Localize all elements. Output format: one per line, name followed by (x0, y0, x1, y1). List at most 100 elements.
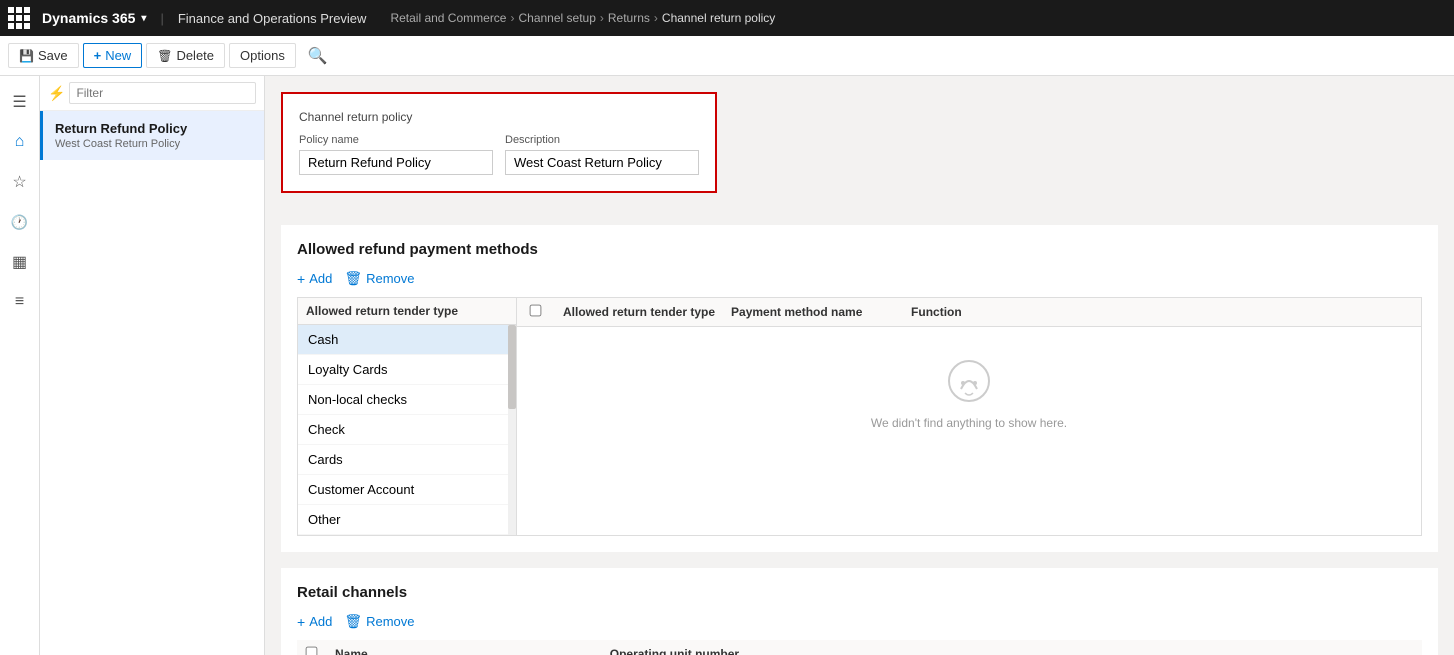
search-button[interactable]: 🔍 (300, 42, 336, 70)
payment-method-cards[interactable]: Cards (298, 445, 516, 475)
recent-icon: 🕐 (11, 214, 28, 231)
policy-fields: Policy name Description (299, 134, 699, 175)
retail-table: Name Operating unit number (297, 640, 1422, 655)
retail-remove-button[interactable]: 🗑 Remove (344, 613, 414, 630)
sidebar-item-menu[interactable]: ☰ (2, 84, 38, 120)
remove-icon: 🗑 (344, 270, 362, 287)
app-name: Finance and Operations Preview (178, 11, 367, 26)
payment-method-loyalty[interactable]: Loyalty Cards (298, 355, 516, 385)
retail-select-all-header (297, 640, 327, 655)
refund-table-header: Allowed return tender type Payment metho… (517, 298, 1421, 327)
sidebar-item-recent[interactable]: 🕐 (2, 204, 38, 240)
policy-name-input[interactable] (299, 150, 493, 175)
retail-section: Retail channels + Add 🗑 Remove (281, 568, 1438, 655)
breadcrumb-retail[interactable]: Retail and Commerce (390, 11, 506, 25)
sidebar-item-list[interactable]: ≡ (2, 284, 38, 320)
retail-section-toolbar: + Add 🗑 Remove (297, 613, 1422, 630)
refund-section-toolbar: + Add 🗑 Remove (297, 270, 1422, 287)
payment-method-customer[interactable]: Customer Account (298, 475, 516, 505)
function-col: Function (903, 305, 970, 319)
add-icon: + (297, 271, 305, 287)
list-item-subtitle: West Coast Return Policy (55, 138, 252, 150)
refund-right-panel: Allowed return tender type Payment metho… (517, 297, 1422, 536)
filter-button[interactable]: ⚡ (48, 85, 65, 102)
save-icon: 💾 (19, 49, 34, 63)
payment-methods-list: Cash Loyalty Cards Non-local checks Chec… (298, 325, 516, 535)
new-plus-icon: + (94, 48, 102, 63)
allowed-tender-col: Allowed return tender type (555, 305, 723, 319)
brand-chevron[interactable]: ▾ (141, 13, 146, 24)
payment-list-scrollbar[interactable] (508, 325, 516, 535)
breadcrumb-sep2: › (600, 11, 604, 25)
dynamics-brand: Dynamics 365 (42, 10, 135, 26)
filter-icon: ⚡ (48, 85, 65, 101)
refund-section: Allowed refund payment methods + Add 🗑 R… (281, 225, 1438, 552)
policy-name-field-group: Policy name (299, 134, 493, 175)
list-panel: ⚡ Return Refund Policy West Coast Return… (40, 76, 265, 655)
retail-unit-col: Operating unit number (602, 640, 1422, 655)
payment-method-nonlocal[interactable]: Non-local checks (298, 385, 516, 415)
policy-card-heading: Channel return policy (299, 110, 699, 124)
refund-select-all-checkbox[interactable] (530, 305, 542, 317)
empty-icon-refund (945, 357, 993, 408)
main-layout: ☰ ⌂ ☆ 🕐 ▦ ≡ ⚡ Return Refund Policy We (0, 76, 1454, 655)
list-item-title: Return Refund Policy (55, 121, 252, 136)
refund-add-button[interactable]: + Add (297, 271, 332, 287)
description-input[interactable] (505, 150, 699, 175)
retail-select-all-checkbox[interactable] (306, 647, 318, 655)
payment-method-cash[interactable]: Cash (298, 325, 516, 355)
retail-add-label: Add (309, 614, 332, 629)
breadcrumb: Retail and Commerce › Channel setup › Re… (390, 11, 775, 25)
retail-add-icon: + (297, 614, 305, 630)
list-panel-toolbar: ⚡ (40, 76, 264, 111)
payment-name-col: Payment method name (723, 305, 903, 319)
content-area: Channel return policy Policy name Descri… (265, 76, 1454, 655)
breadcrumb-returns[interactable]: Returns (608, 11, 650, 25)
add-label: Add (309, 271, 332, 286)
delete-label: Delete (176, 48, 214, 63)
payment-method-check[interactable]: Check (298, 415, 516, 445)
delete-icon: 🗑 (157, 49, 172, 63)
payment-method-col-header: Allowed return tender type (306, 304, 458, 318)
star-icon: ☆ (12, 172, 26, 192)
sidebar-item-workspaces[interactable]: ▦ (2, 244, 38, 280)
filter-input[interactable] (69, 82, 256, 104)
sidebar-item-favorites[interactable]: ☆ (2, 164, 38, 200)
list-scroll: Return Refund Policy West Coast Return P… (40, 111, 264, 655)
top-navigation: Dynamics 365 ▾ | Finance and Operations … (0, 0, 1454, 36)
list-icon: ≡ (15, 293, 24, 311)
options-button[interactable]: Options (229, 43, 296, 68)
refund-section-title: Allowed refund payment methods (297, 241, 1422, 258)
list-item[interactable]: Return Refund Policy West Coast Return P… (40, 111, 264, 160)
description-field-group: Description (505, 134, 699, 175)
refund-columns: Allowed return tender type Cash Loyalty … (297, 297, 1422, 536)
payment-list-scrollbar-thumb (508, 325, 516, 409)
breadcrumb-current: Channel return policy (662, 11, 775, 25)
breadcrumb-channel-setup[interactable]: Channel setup (518, 11, 595, 25)
app-launcher-button[interactable] (8, 7, 30, 29)
save-button[interactable]: 💾 Save (8, 43, 79, 68)
description-label: Description (505, 134, 699, 146)
delete-button[interactable]: 🗑 Delete (146, 43, 225, 68)
policy-name-label: Policy name (299, 134, 493, 146)
new-label: New (105, 48, 131, 63)
brand-title: Dynamics 365 ▾ (42, 10, 146, 26)
new-button[interactable]: + New (83, 43, 143, 68)
refund-remove-button[interactable]: 🗑 Remove (344, 270, 414, 287)
refund-empty-state: We didn't find anything to show here. (517, 327, 1421, 460)
policy-card: Channel return policy Policy name Descri… (281, 92, 717, 193)
retail-section-title: Retail channels (297, 584, 1422, 601)
retail-add-button[interactable]: + Add (297, 614, 332, 630)
options-label: Options (240, 48, 285, 63)
payment-method-list-container: Allowed return tender type Cash Loyalty … (297, 297, 517, 536)
remove-label: Remove (366, 271, 414, 286)
retail-remove-label: Remove (366, 614, 414, 629)
breadcrumb-sep1: › (510, 11, 514, 25)
side-icons-panel: ☰ ⌂ ☆ 🕐 ▦ ≡ (0, 76, 40, 655)
sidebar-item-home[interactable]: ⌂ (2, 124, 38, 160)
search-icon: 🔍 (308, 48, 328, 65)
payment-method-other[interactable]: Other (298, 505, 516, 535)
workspaces-icon: ▦ (12, 252, 27, 272)
main-toolbar: 💾 Save + New 🗑 Delete Options 🔍 (0, 36, 1454, 76)
retail-remove-icon: 🗑 (344, 613, 362, 630)
